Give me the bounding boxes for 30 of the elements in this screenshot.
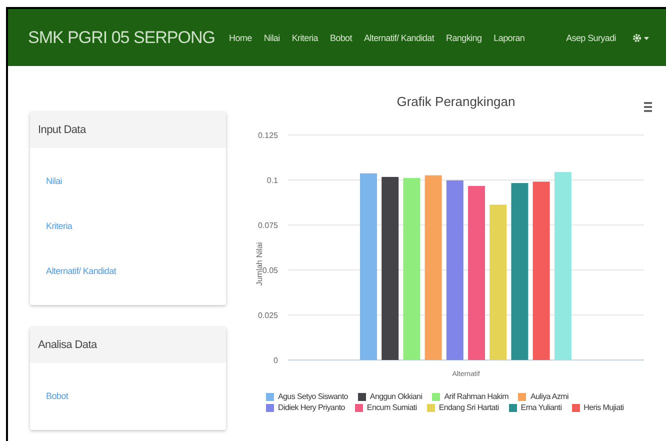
nav-link[interactable]: Laporan (494, 32, 525, 42)
legend-label[interactable]: Agus Setyo Siswanto (278, 392, 348, 401)
panel-heading: Analisa Data (30, 327, 226, 363)
legend-label[interactable]: Arif Rahman Hakim (444, 392, 508, 401)
gear-dropdown-icon[interactable] (632, 32, 650, 42)
user-name[interactable]: Asep Suryadi (566, 32, 616, 42)
legend-label[interactable]: Auliya Azmi (530, 392, 569, 401)
legend-label[interactable]: Anggun Okkiani (370, 392, 422, 401)
legend-label[interactable]: Heris Mujiati (584, 403, 624, 412)
y-axis-title: Jumlah Nilai (255, 242, 264, 286)
panel-heading: Input Data (30, 112, 226, 148)
menu-icon[interactable] (644, 102, 652, 112)
legend-label[interactable]: Endang Sri Hartati (438, 403, 499, 412)
nav-link[interactable]: Nilai (264, 32, 280, 42)
y-tick-label: 0 (274, 356, 278, 365)
legend-label[interactable]: Erna Yulianti (520, 403, 562, 412)
y-tick-label: 0.1 (266, 176, 278, 185)
nav-link[interactable]: Kriteria (292, 32, 318, 42)
nav-link[interactable]: Rangking (446, 32, 482, 42)
y-tick-label: 0.075 (258, 221, 278, 230)
nav-link[interactable]: Home (229, 32, 252, 42)
brand-title[interactable]: SMK PGRI 05 SERPONG (28, 28, 215, 48)
y-tick-label: 0.125 (258, 131, 278, 140)
nav-link[interactable]: Alternatif/ Kandidat (364, 32, 434, 42)
y-tick-label: 0.05 (262, 266, 278, 275)
nav-link[interactable]: Bobot (330, 32, 352, 42)
chart-title: Grafik Perangkingan (396, 94, 516, 109)
y-tick-label: 0.025 (258, 311, 278, 320)
legend-label[interactable]: Didiek Hery Priyanto (278, 403, 345, 412)
legend-label[interactable]: Encum Sumiati (366, 403, 417, 412)
